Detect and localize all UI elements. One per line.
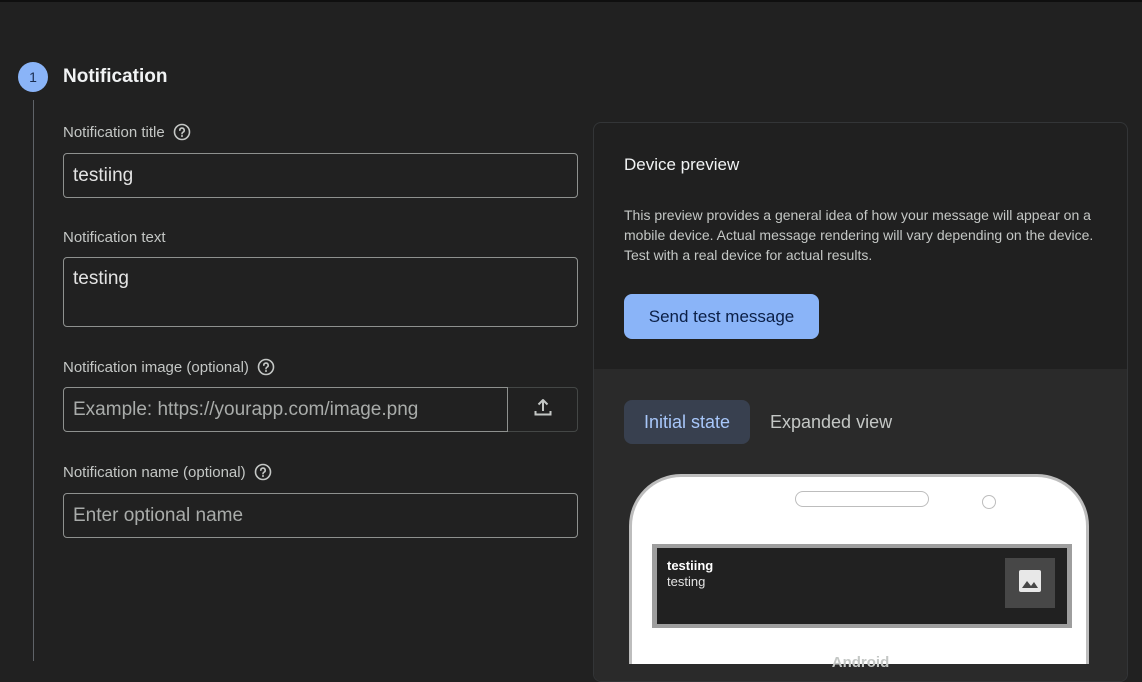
phone-camera bbox=[982, 495, 996, 509]
notification-image-label: Notification image (optional) bbox=[63, 358, 275, 376]
notification-name-input[interactable] bbox=[63, 493, 578, 538]
upload-icon bbox=[532, 396, 554, 423]
notification-preview-title: testiing bbox=[667, 558, 714, 573]
notification-title-input[interactable] bbox=[63, 153, 578, 198]
tab-expanded-view[interactable]: Expanded view bbox=[770, 400, 892, 444]
notification-title-label-text: Notification title bbox=[63, 123, 165, 141]
notification-name-label: Notification name (optional) bbox=[63, 463, 272, 481]
notification-preview: testiing testing bbox=[657, 548, 1067, 624]
phone-mockup: testiing testing bbox=[629, 474, 1089, 664]
phone-speaker bbox=[795, 491, 929, 507]
tab-initial-state[interactable]: Initial state bbox=[624, 400, 750, 444]
notification-name-label-text: Notification name (optional) bbox=[63, 463, 246, 481]
notification-text-label: Notification text bbox=[63, 229, 166, 246]
notification-preview-frame: testiing testing bbox=[652, 544, 1072, 628]
help-circle-icon[interactable] bbox=[173, 123, 191, 141]
help-circle-icon[interactable] bbox=[257, 358, 275, 376]
device-preview-description: This preview provides a general idea of … bbox=[624, 207, 1094, 263]
notification-image-url-input[interactable] bbox=[63, 387, 508, 432]
step-connector-line bbox=[33, 100, 34, 661]
notification-image-label-text: Notification image (optional) bbox=[63, 358, 249, 376]
device-label: Android bbox=[831, 654, 890, 671]
notification-text-label-text: Notification text bbox=[63, 229, 166, 246]
top-divider bbox=[0, 0, 1142, 2]
notification-preview-thumbnail bbox=[1005, 558, 1055, 608]
help-circle-icon[interactable] bbox=[254, 463, 272, 481]
step-title: Notification bbox=[63, 66, 168, 87]
send-test-message-button[interactable]: Send test message bbox=[624, 294, 819, 339]
device-preview-title: Device preview bbox=[624, 155, 740, 174]
step-number-badge: 1 bbox=[18, 62, 48, 92]
device-preview-card: Device preview This preview provides a g… bbox=[593, 122, 1128, 682]
notification-text-input[interactable]: testing bbox=[63, 257, 578, 327]
image-placeholder-icon bbox=[1017, 568, 1043, 599]
notification-preview-body: testing bbox=[667, 574, 706, 589]
preview-tabs-area: Initial state Expanded view testiing tes… bbox=[594, 369, 1127, 681]
notification-title-label: Notification title bbox=[63, 123, 191, 141]
upload-image-button[interactable] bbox=[508, 387, 578, 432]
